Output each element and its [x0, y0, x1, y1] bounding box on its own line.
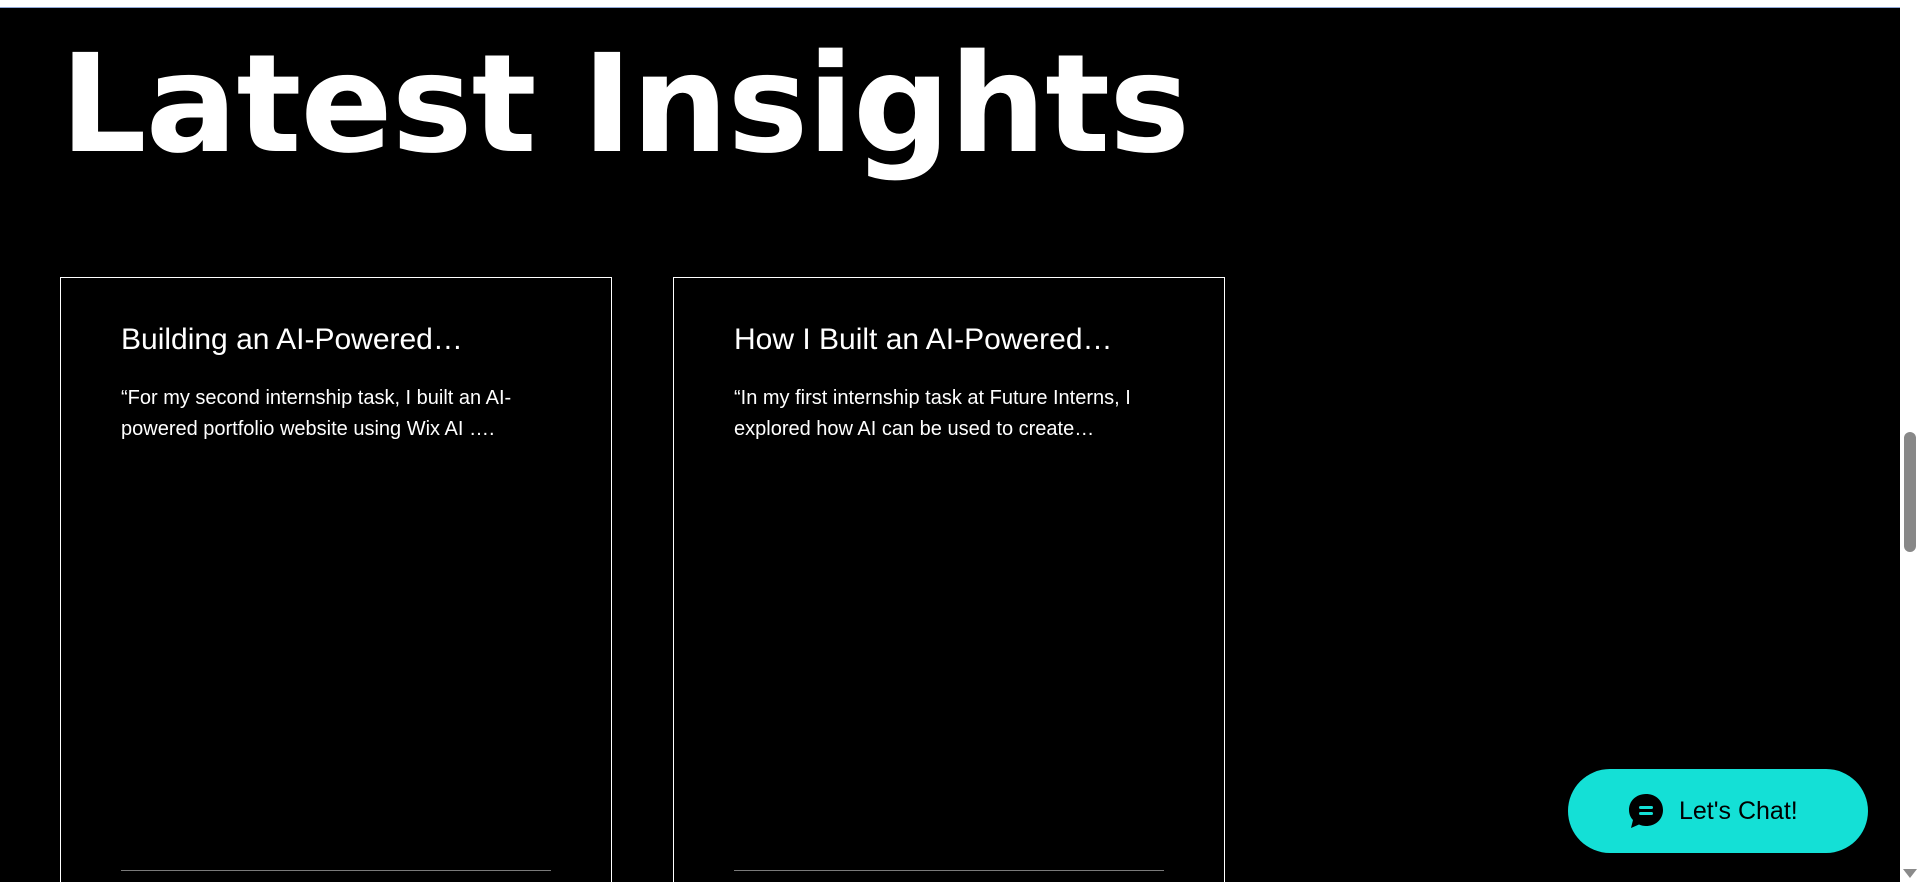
- top-bar-edge: [0, 0, 1900, 8]
- page: Latest Insights Building an AI-Powered… …: [0, 0, 1919, 882]
- blog-post-card[interactable]: How I Built an AI-Powered… “In my first …: [673, 277, 1225, 882]
- chat-button-label: Let's Chat!: [1679, 796, 1798, 825]
- scrollbar[interactable]: [1900, 0, 1919, 882]
- card-excerpt: “For my second internship task, I built …: [121, 387, 512, 440]
- chat-button[interactable]: Let's Chat!: [1568, 769, 1868, 853]
- scrollbar-thumb[interactable]: [1904, 432, 1916, 552]
- card-title[interactable]: How I Built an AI-Powered…: [734, 323, 1113, 357]
- page-title: Latest Insights: [60, 26, 1190, 184]
- blog-post-card[interactable]: Building an AI-Powered… “For my second i…: [60, 277, 612, 882]
- card-excerpt: “In my first internship task at Future I…: [734, 387, 1131, 440]
- card-divider: [121, 870, 551, 871]
- card-divider: [734, 870, 1164, 871]
- scroll-down-arrow-icon[interactable]: [1903, 869, 1917, 878]
- card-title[interactable]: Building an AI-Powered…: [121, 323, 463, 357]
- chat-bubble-icon: [1627, 792, 1665, 830]
